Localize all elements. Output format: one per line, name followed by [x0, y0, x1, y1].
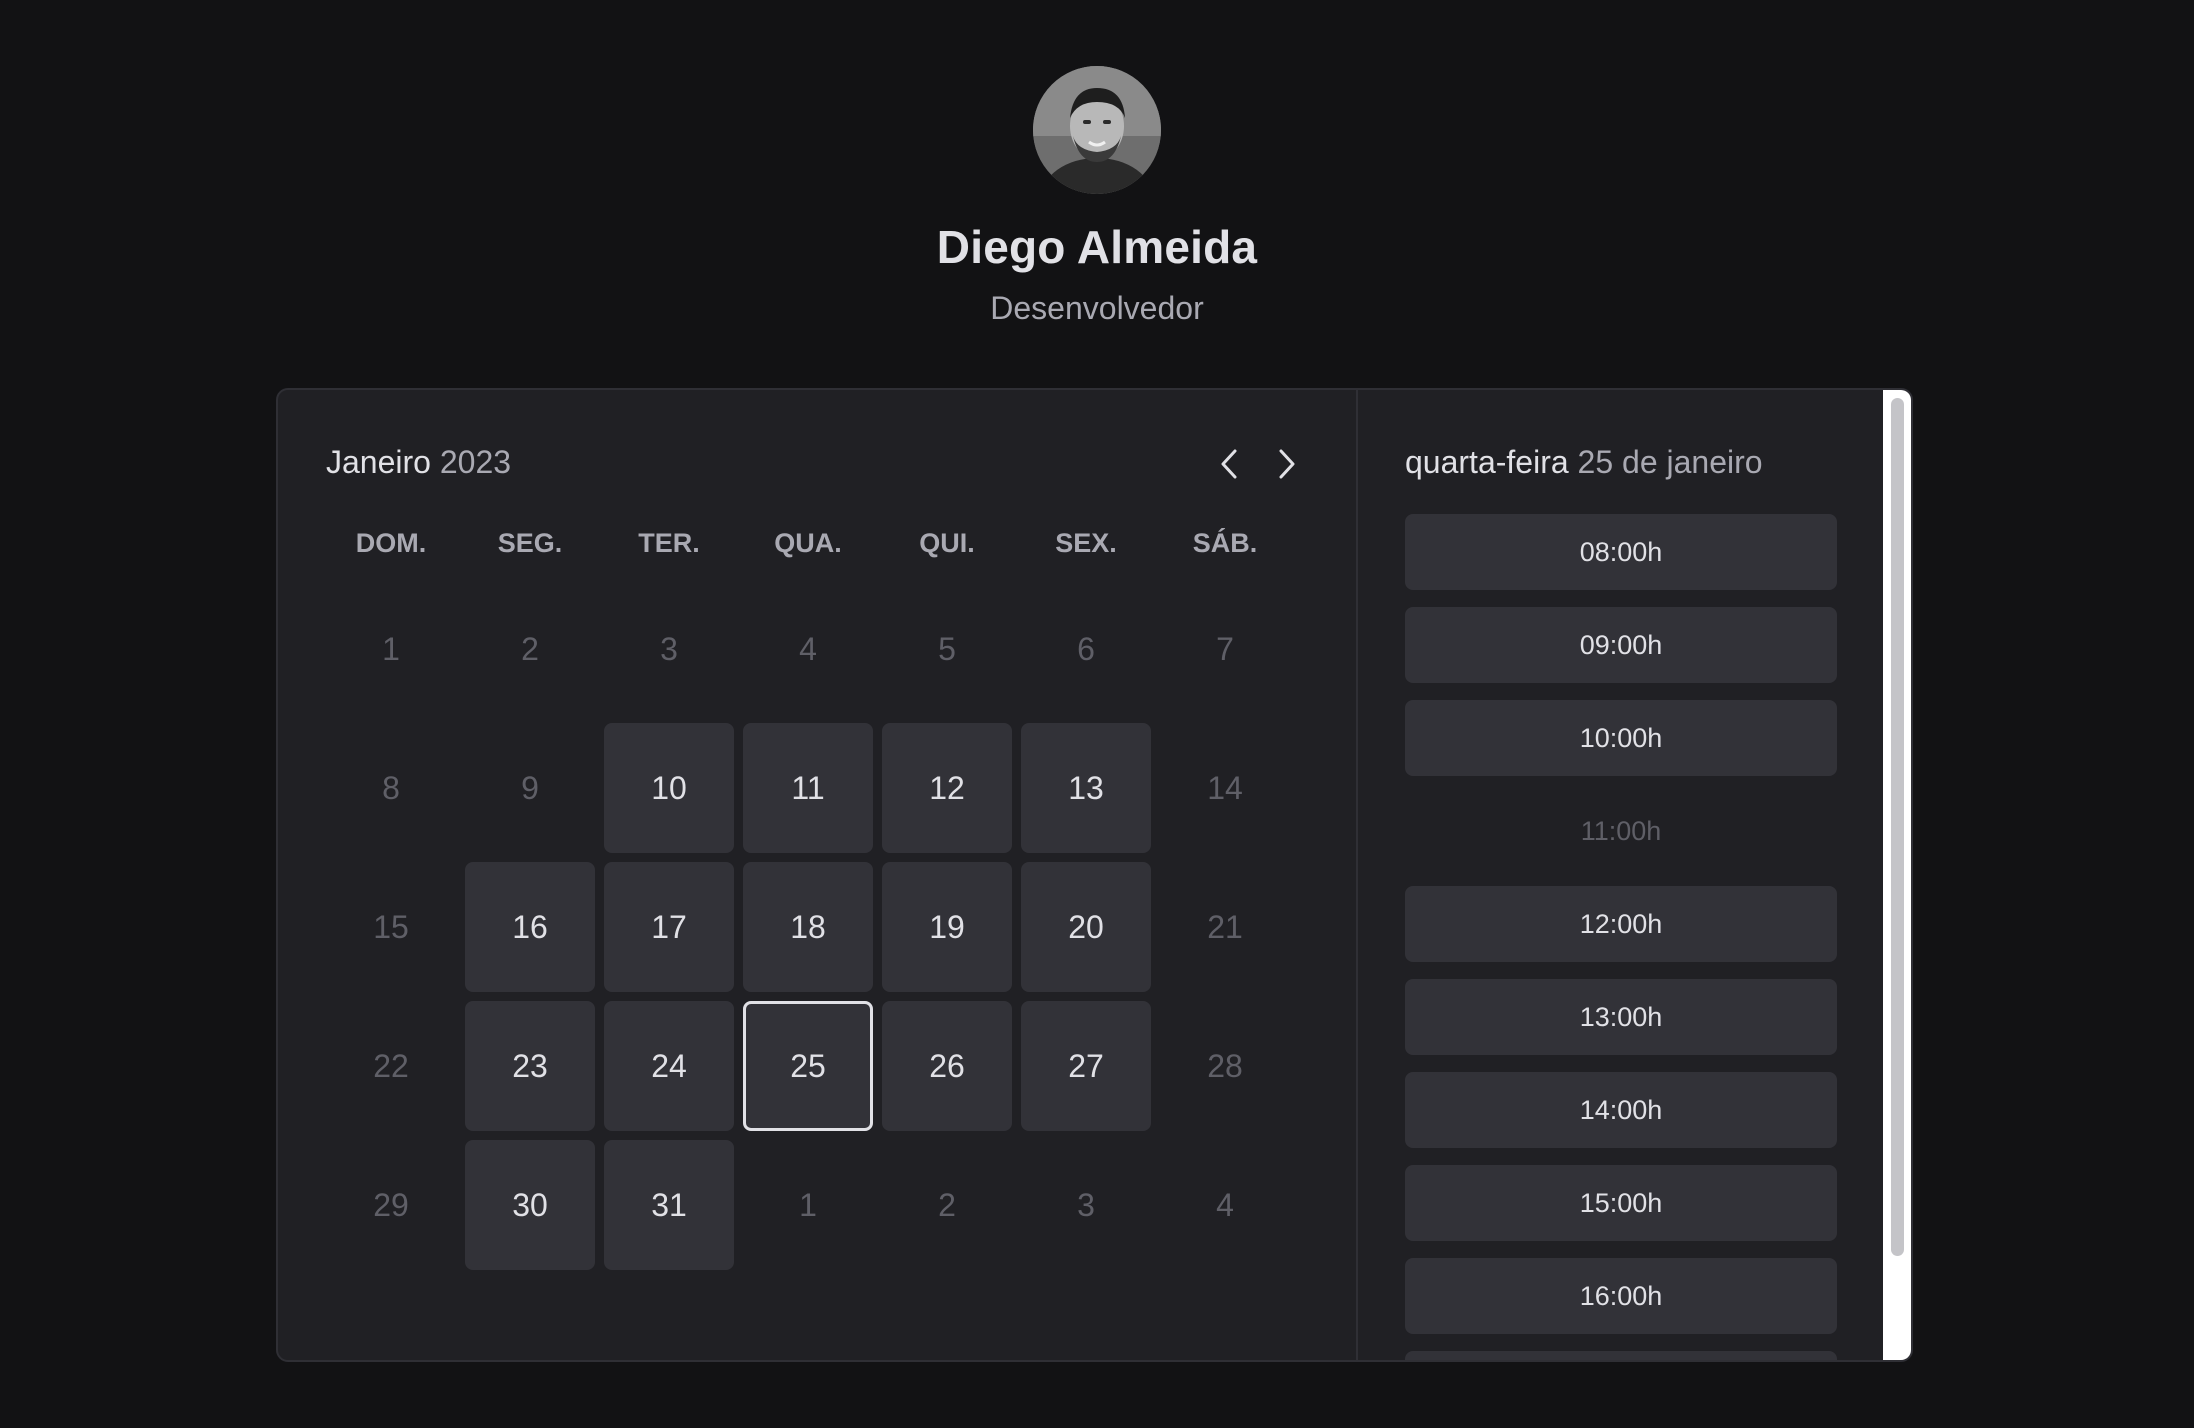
time-slot-button[interactable]: 12:00h	[1405, 886, 1837, 962]
calendar-day-button[interactable]: 31	[604, 1140, 734, 1270]
scheduling-card: Janeiro 2023 DOM. SEG. TER. QUA. QUI. SEX. SÁB…	[276, 388, 1913, 1362]
previous-month-button[interactable]	[1209, 444, 1249, 484]
calendar-day-button[interactable]: 23	[465, 1001, 595, 1131]
calendar-day-selected[interactable]: 25	[743, 1001, 873, 1131]
calendar-day-button[interactable]: 11	[743, 723, 873, 853]
selected-date: 25 de janeiro	[1577, 444, 1763, 480]
time-picker-header: quarta-feira 25 de janeiro	[1405, 444, 1763, 481]
weekday-label: SEX.	[1055, 528, 1117, 558]
calendar-day-disabled: 2	[938, 1186, 956, 1223]
calendar-day-disabled: 9	[521, 769, 539, 806]
time-slot-button[interactable]: 16:00h	[1405, 1258, 1837, 1334]
calendar-day-button[interactable]: 18	[743, 862, 873, 992]
calendar-day-disabled: 6	[1077, 630, 1095, 667]
time-slot-button[interactable]: 10:00h	[1405, 700, 1837, 776]
weekday-label: TER.	[638, 528, 700, 558]
calendar-day-disabled: 1	[382, 630, 400, 667]
time-slot-button[interactable]: 08:00h	[1405, 514, 1837, 590]
calendar-day-disabled: 1	[799, 1186, 817, 1223]
calendar-day-disabled: 4	[1216, 1186, 1234, 1223]
calendar-day-disabled: 15	[373, 908, 409, 945]
calendar-day-disabled: 4	[799, 630, 817, 667]
calendar-day-disabled: 2	[521, 630, 539, 667]
page: Diego Almeida Desenvolvedor Janeiro 2023…	[0, 0, 2194, 1428]
time-slot-button[interactable]: 15:00h	[1405, 1165, 1837, 1241]
time-picker: quarta-feira 25 de janeiro 08:00h 09:00h 1…	[1358, 390, 1893, 1360]
calendar-day-disabled: 8	[382, 769, 400, 806]
calendar-day-button[interactable]: 20	[1021, 862, 1151, 992]
profile-role: Desenvolvedor	[990, 290, 1204, 326]
calendar-month: Janeiro	[326, 444, 431, 480]
profile-header: Diego Almeida Desenvolvedor	[0, 66, 2194, 327]
calendar-day-disabled: 5	[938, 630, 956, 667]
time-slot-button[interactable]: 13:00h	[1405, 979, 1837, 1055]
scrollbar-thumb[interactable]	[1891, 398, 1904, 1256]
selected-weekday: quarta-feira	[1405, 444, 1569, 480]
calendar: Janeiro 2023 DOM. SEG. TER. QUA. QUI. SEX. SÁB…	[278, 390, 1356, 1360]
weekday-label: QUA.	[774, 528, 842, 558]
calendar-day-disabled: 7	[1216, 630, 1234, 667]
chevron-left-icon	[1221, 449, 1237, 479]
calendar-day-button[interactable]: 17	[604, 862, 734, 992]
weekday-label: DOM.	[355, 528, 427, 558]
weekday-label: QUI.	[919, 528, 975, 558]
chevron-right-icon	[1279, 449, 1295, 479]
calendar-day-disabled: 22	[373, 1047, 409, 1084]
calendar-day-button[interactable]: 26	[882, 1001, 1012, 1131]
calendar-title: Janeiro 2023	[326, 444, 511, 481]
calendar-day-button[interactable]: 24	[604, 1001, 734, 1131]
weekday-label: SÁB.	[1192, 528, 1258, 558]
calendar-year: 2023	[439, 444, 512, 480]
time-list-scrollbar[interactable]	[1883, 390, 1911, 1360]
next-month-button[interactable]	[1267, 444, 1307, 484]
calendar-day-disabled: 28	[1207, 1047, 1243, 1084]
calendar-day-button[interactable]: 12	[882, 723, 1012, 853]
time-slot-button[interactable]: 09:00h	[1405, 607, 1837, 683]
calendar-day-button[interactable]: 13	[1021, 723, 1151, 853]
calendar-day-disabled: 29	[373, 1186, 409, 1223]
calendar-day-button[interactable]: 19	[882, 862, 1012, 992]
calendar-day-disabled: 3	[660, 630, 678, 667]
avatar	[1033, 66, 1161, 194]
calendar-day-disabled: 3	[1077, 1186, 1095, 1223]
time-slot-disabled: 11:00h	[1580, 815, 1662, 846]
calendar-day-disabled: 21	[1207, 908, 1243, 945]
calendar-day-button[interactable]: 30	[465, 1140, 595, 1270]
time-slot-button[interactable]	[1405, 1351, 1837, 1360]
profile-name: Diego Almeida	[936, 221, 1258, 273]
avatar-photo	[1033, 66, 1161, 194]
calendar-day-disabled: 14	[1207, 769, 1243, 806]
calendar-day-button[interactable]: 10	[604, 723, 734, 853]
time-slot-button[interactable]: 14:00h	[1405, 1072, 1837, 1148]
calendar-day-button[interactable]: 27	[1021, 1001, 1151, 1131]
calendar-day-button[interactable]: 16	[465, 862, 595, 992]
weekday-label: SEG.	[497, 528, 563, 558]
